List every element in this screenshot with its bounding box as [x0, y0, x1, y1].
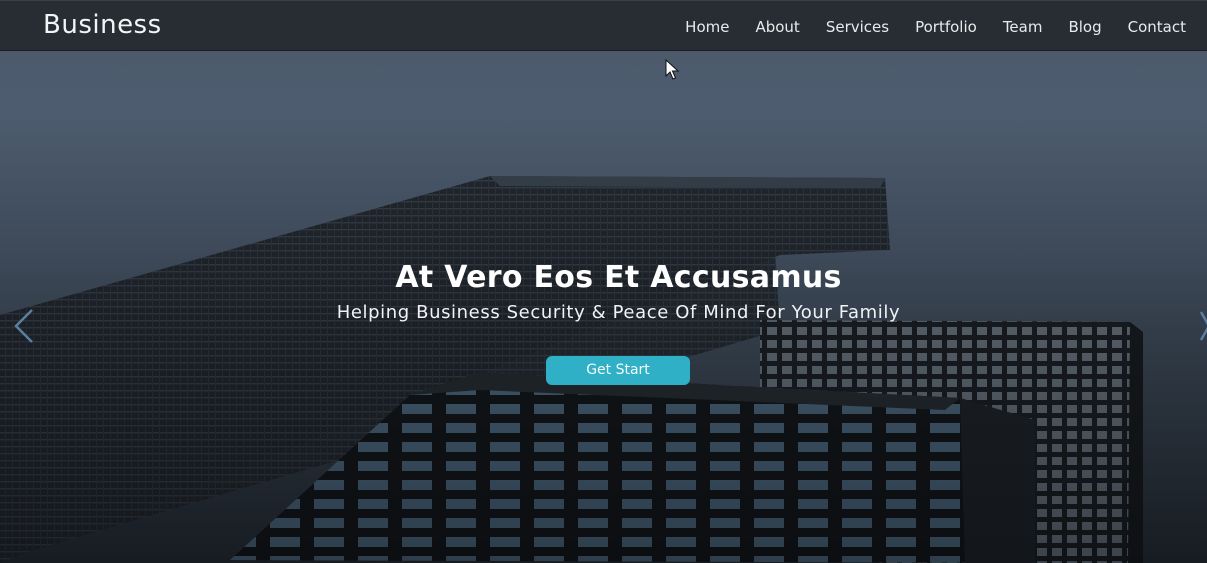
- nav-link-team[interactable]: Team: [1003, 18, 1043, 36]
- hero-title: At Vero Eos Et Accusamus: [395, 260, 842, 295]
- hero-subtitle: Helping Business Security & Peace Of Min…: [336, 302, 901, 323]
- brand-logo[interactable]: Business: [43, 10, 162, 40]
- nav-link-services[interactable]: Services: [826, 18, 889, 36]
- nav-link-home[interactable]: Home: [685, 18, 729, 36]
- top-navbar: Business Home About Services Portfolio T…: [0, 0, 1207, 51]
- mouse-pointer-icon: [665, 59, 680, 80]
- nav-link-contact[interactable]: Contact: [1128, 18, 1186, 36]
- get-start-button[interactable]: Get Start: [546, 356, 690, 385]
- hero-slider: At Vero Eos Et Accusamus Helping Busines…: [0, 0, 1207, 563]
- nav-link-blog[interactable]: Blog: [1068, 18, 1101, 36]
- slide-caption: At Vero Eos Et Accusamus Helping Busines…: [0, 258, 1207, 324]
- nav-menu: Home About Services Portfolio Team Blog …: [659, 1, 1186, 52]
- nav-link-portfolio[interactable]: Portfolio: [915, 18, 977, 36]
- nav-link-about[interactable]: About: [755, 18, 799, 36]
